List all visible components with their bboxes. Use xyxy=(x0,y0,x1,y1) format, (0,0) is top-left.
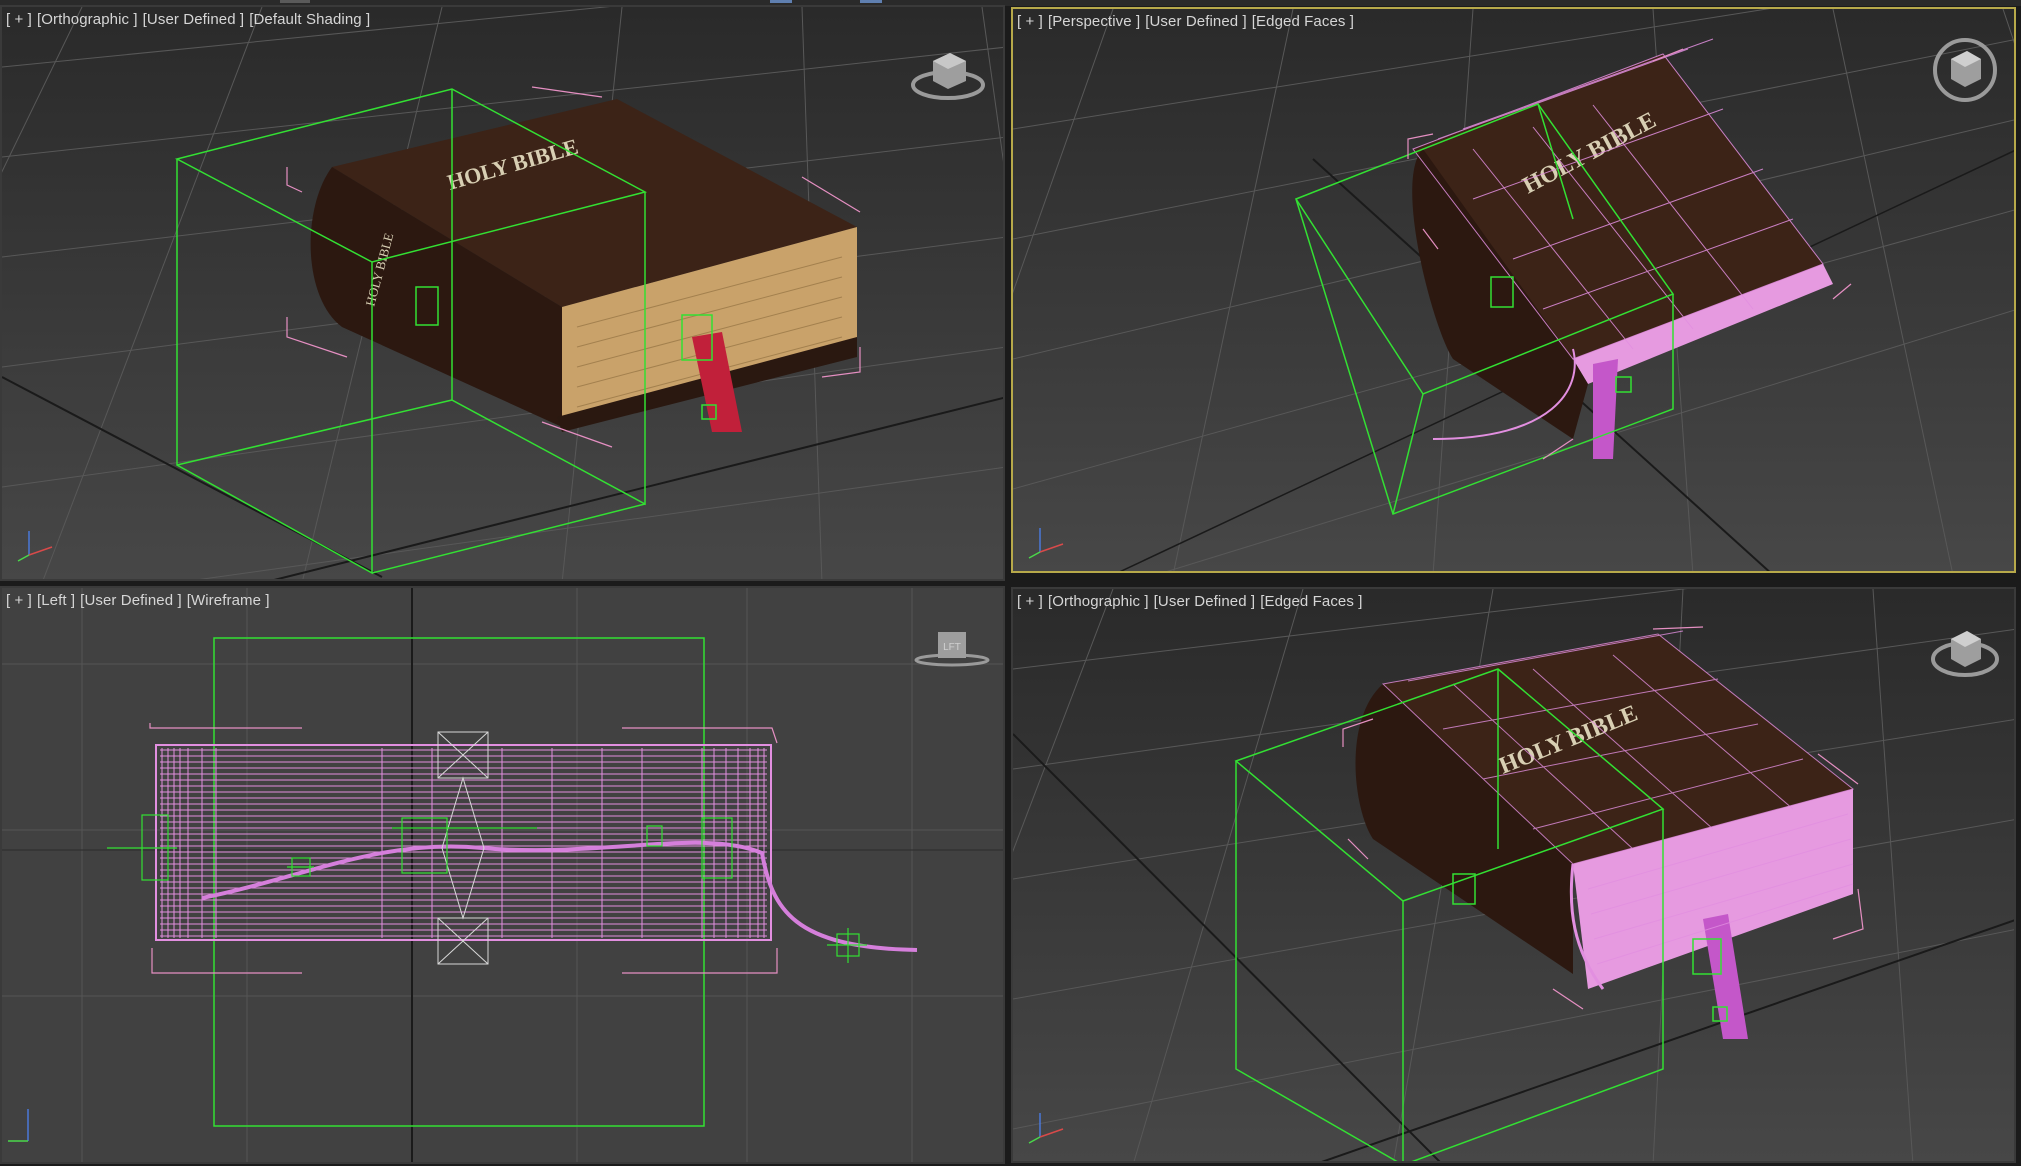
viewport-top-left[interactable]: HOLY BIBLE HOLY BIBLE [ + ] [Orthographic… xyxy=(0,5,1005,581)
viewport-bottom-right[interactable]: HOLY BIBLE [ + ] [Orthographic ] [User Def… xyxy=(1011,587,2016,1163)
viewport-shading-mode[interactable]: [Wireframe ] xyxy=(187,592,270,609)
viewport-bottom-left[interactable]: [ + ] [Left ] [User Defined ] [Wireframe ] … xyxy=(0,586,1005,1164)
toolbar-mark xyxy=(860,0,882,3)
viewport-view-name[interactable]: [Orthographic ] xyxy=(1048,593,1149,610)
viewport-top-right[interactable]: HOLY BIBLE [ + ] [Perspective ] [User Defi… xyxy=(1011,7,2016,573)
viewport-user-defined[interactable]: [User Defined ] xyxy=(1145,13,1247,30)
viewport-label[interactable]: [ + ] [Orthographic ] [User Defined ] [Defa… xyxy=(6,11,375,28)
toolbar-mark xyxy=(770,0,792,3)
viewcube-icon[interactable] xyxy=(1925,621,2005,681)
axis-tripod-icon xyxy=(1028,528,1064,559)
viewcube-face-label: LFT xyxy=(943,642,961,653)
viewport-scene xyxy=(2,588,1003,1162)
viewport-scene: HOLY BIBLE xyxy=(1013,9,2014,571)
viewport-menu-plus[interactable]: [ + ] xyxy=(1017,13,1043,30)
viewcube-icon[interactable]: LFT xyxy=(912,624,992,669)
toolbar-mark xyxy=(280,0,310,3)
bible-model[interactable]: HOLY BIBLE xyxy=(1355,634,1854,1039)
viewport-user-defined[interactable]: [User Defined ] xyxy=(80,592,182,609)
viewport-user-defined[interactable]: [User Defined ] xyxy=(1154,593,1256,610)
viewport-shading-mode[interactable]: [Edged Faces ] xyxy=(1252,13,1354,30)
viewport-scene: HOLY BIBLE HOLY BIBLE xyxy=(2,7,1003,579)
viewport-shading-mode[interactable]: [Edged Faces ] xyxy=(1260,593,1362,610)
viewport-menu-plus[interactable]: [ + ] xyxy=(6,11,32,28)
axis-tripod-icon xyxy=(1028,1113,1064,1144)
viewport-view-name[interactable]: [Left ] xyxy=(37,592,75,609)
bible-model[interactable]: HOLY BIBLE HOLY BIBLE xyxy=(310,99,857,432)
viewcube-icon[interactable] xyxy=(1925,35,2005,105)
viewport-user-defined[interactable]: [User Defined ] xyxy=(143,11,245,28)
viewcube-icon[interactable] xyxy=(908,43,988,103)
viewport-menu-plus[interactable]: [ + ] xyxy=(1017,593,1043,610)
viewport-view-name[interactable]: [Orthographic ] xyxy=(37,11,138,28)
viewport-label[interactable]: [ + ] [Orthographic ] [User Defined ] [Edge… xyxy=(1017,593,1368,610)
bible-wireframe[interactable] xyxy=(155,744,918,952)
viewport-label[interactable]: [ + ] [Left ] [User Defined ] [Wireframe ] xyxy=(6,592,275,609)
viewport-label[interactable]: [ + ] [Perspective ] [User Defined ] [Edged… xyxy=(1017,13,1359,30)
axis-tripod-icon xyxy=(8,1109,29,1142)
bible-model[interactable]: HOLY BIBLE xyxy=(1412,54,1833,459)
axis-tripod-icon xyxy=(17,531,53,562)
viewport-scene: HOLY BIBLE xyxy=(1013,589,2014,1161)
viewport-view-name[interactable]: [Perspective ] xyxy=(1048,13,1140,30)
viewport-menu-plus[interactable]: [ + ] xyxy=(6,592,32,609)
viewport-shading-mode[interactable]: [Default Shading ] xyxy=(249,11,370,28)
